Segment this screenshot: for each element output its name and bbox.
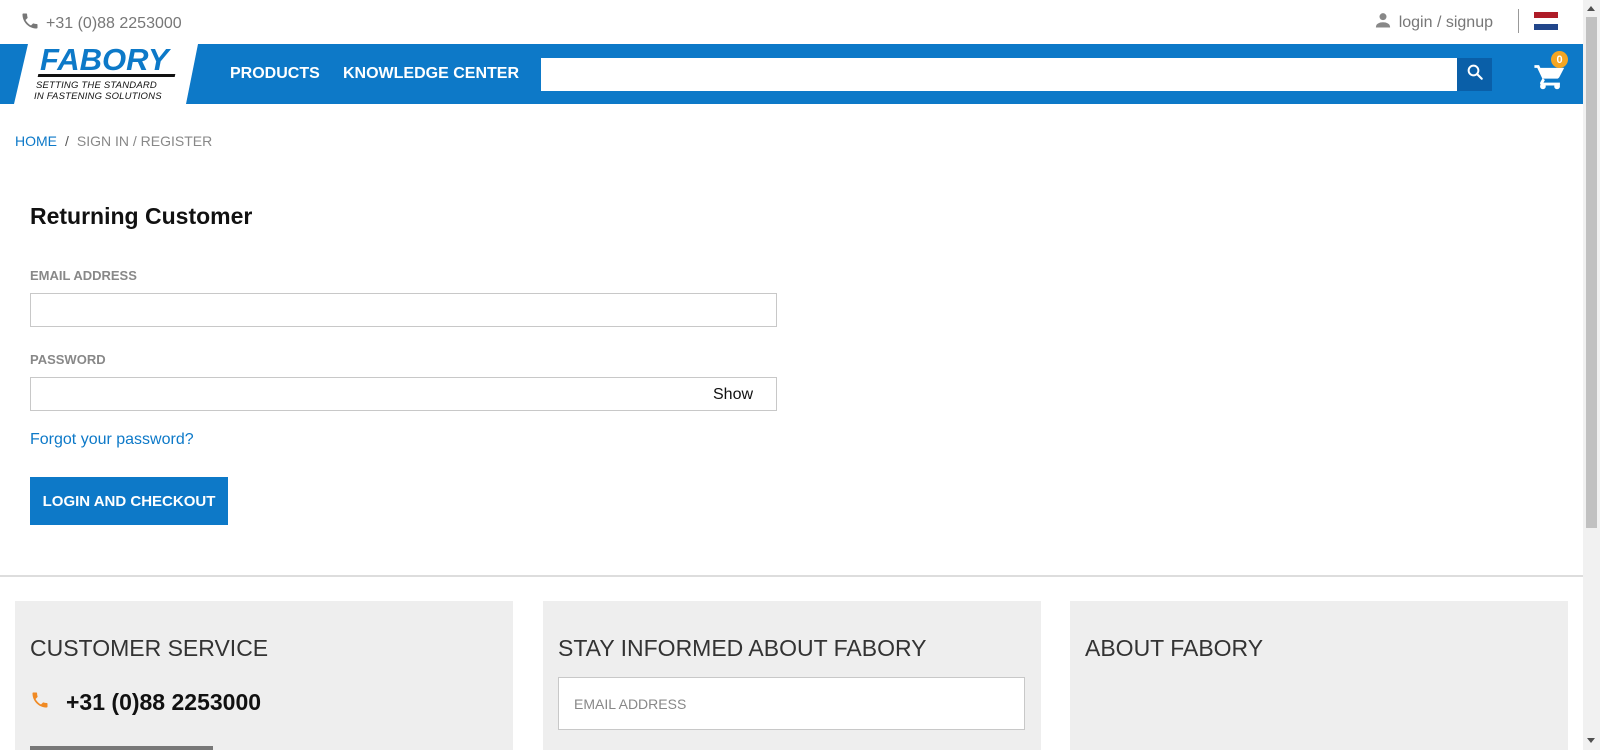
netherlands-flag-icon[interactable] bbox=[1534, 12, 1558, 30]
phone-icon bbox=[20, 11, 40, 36]
about-title: ABOUT FABORY bbox=[1085, 635, 1264, 661]
search-button[interactable] bbox=[1457, 58, 1492, 91]
breadcrumb-separator: / bbox=[65, 133, 69, 149]
customer-service-phone[interactable]: +31 (0)88 2253000 bbox=[30, 689, 261, 716]
topbar-divider bbox=[1518, 9, 1519, 33]
phone-icon bbox=[30, 690, 50, 715]
logo-wordmark: FABORY bbox=[40, 42, 169, 77]
cart-count-badge: 0 bbox=[1551, 51, 1568, 68]
search-icon bbox=[1466, 63, 1484, 86]
customer-service-button[interactable] bbox=[30, 746, 213, 750]
forgot-password-link[interactable]: Forgot your password? bbox=[30, 431, 194, 449]
newsletter-email-placeholder: EMAIL ADDRESS bbox=[574, 695, 687, 712]
show-password-toggle[interactable]: Show bbox=[713, 386, 753, 404]
top-phone-number: +31 (0)88 2253000 bbox=[46, 14, 182, 32]
scrollbar-thumb[interactable] bbox=[1586, 17, 1597, 528]
top-phone[interactable]: +31 (0)88 2253000 bbox=[20, 11, 182, 36]
breadcrumb: HOME / SIGN IN / REGISTER bbox=[15, 133, 212, 149]
section-divider bbox=[0, 575, 1583, 577]
login-signup-label: login / signup bbox=[1398, 13, 1493, 31]
newsletter-email-input[interactable]: EMAIL ADDRESS bbox=[558, 677, 1025, 730]
about-panel: ABOUT FABORY bbox=[1070, 601, 1568, 750]
scroll-down-arrow-icon[interactable] bbox=[1587, 738, 1595, 743]
scroll-up-arrow-icon[interactable] bbox=[1587, 6, 1595, 11]
password-label: PASSWORD bbox=[30, 352, 106, 367]
top-bar: +31 (0)88 2253000 login / signup bbox=[0, 0, 1583, 44]
newsletter-title: STAY INFORMED ABOUT FABORY bbox=[558, 635, 927, 661]
customer-service-phone-number: +31 (0)88 2253000 bbox=[66, 689, 262, 715]
form-title: Returning Customer bbox=[30, 203, 253, 229]
customer-service-title: CUSTOMER SERVICE bbox=[30, 635, 269, 661]
breadcrumb-home[interactable]: HOME bbox=[15, 133, 57, 149]
email-field[interactable] bbox=[30, 293, 777, 327]
email-label: EMAIL ADDRESS bbox=[30, 268, 137, 283]
page: +31 (0)88 2253000 login / signup FABORY … bbox=[0, 0, 1600, 750]
logo-tagline-1: SETTING THE STANDARD bbox=[36, 80, 157, 91]
logo-tagline-2: IN FASTENING SOLUTIONS bbox=[34, 91, 162, 102]
cart-icon bbox=[1533, 65, 1567, 96]
nav-products[interactable]: PRODUCTS bbox=[230, 65, 320, 83]
password-field[interactable] bbox=[30, 377, 777, 411]
newsletter-panel: STAY INFORMED ABOUT FABORY EMAIL ADDRESS bbox=[543, 601, 1041, 750]
fabory-logo[interactable]: FABORY SETTING THE STANDARD IN FASTENING… bbox=[14, 44, 198, 104]
user-icon bbox=[1373, 10, 1393, 35]
search-input[interactable] bbox=[541, 58, 1457, 91]
breadcrumb-current: SIGN IN / REGISTER bbox=[76, 133, 213, 149]
main-navbar: FABORY SETTING THE STANDARD IN FASTENING… bbox=[0, 44, 1583, 104]
login-and-checkout-button[interactable]: LOGIN AND CHECKOUT bbox=[30, 477, 228, 525]
login-signup-link[interactable]: login / signup bbox=[1373, 10, 1493, 35]
nav-knowledge-center[interactable]: KNOWLEDGE CENTER bbox=[343, 65, 519, 83]
logo-underline bbox=[37, 74, 176, 77]
customer-service-panel: CUSTOMER SERVICE +31 (0)88 2253000 bbox=[15, 601, 513, 750]
